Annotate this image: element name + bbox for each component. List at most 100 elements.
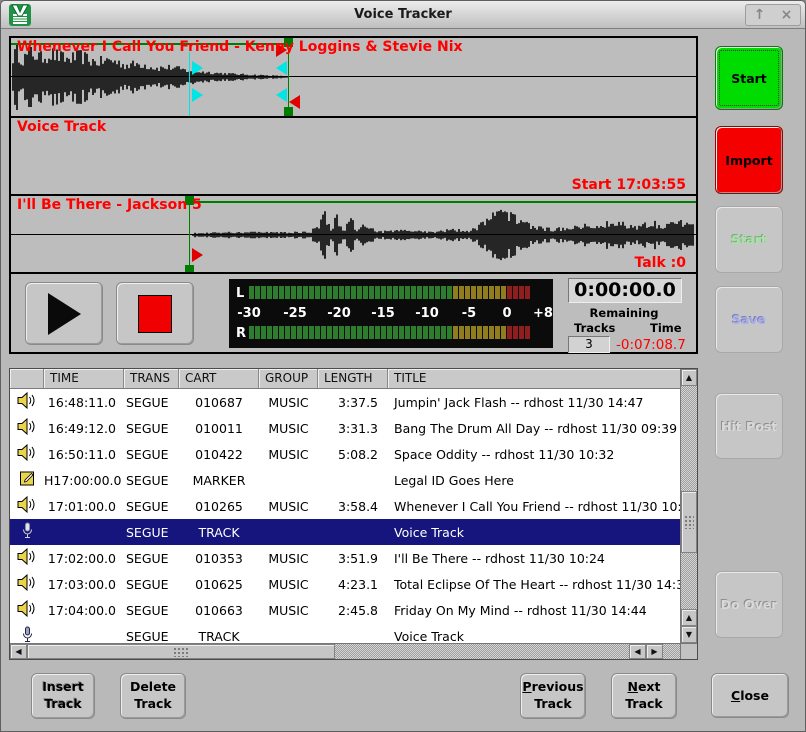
- scroll-left-icon[interactable]: ◀: [629, 644, 646, 659]
- header-cart[interactable]: CART: [179, 369, 259, 389]
- table-row[interactable]: 17:04:00.0SEGUE010663MUSIC2:45.8Friday O…: [10, 597, 680, 623]
- stop-icon: [138, 295, 172, 333]
- table-row[interactable]: 16:50:11.0SEGUE010422MUSIC5:08.2Space Od…: [10, 441, 680, 467]
- cell-cart: 010687: [179, 395, 259, 410]
- cell-group: MUSIC: [259, 421, 318, 436]
- fade-marker-icon[interactable]: [192, 248, 203, 262]
- vertical-scroll-thumb[interactable]: [681, 491, 697, 553]
- segue-end-handle-icon[interactable]: [276, 88, 287, 102]
- previous-track-button[interactable]: PreviousTrack: [520, 673, 586, 719]
- save-button[interactable]: Save: [715, 286, 783, 353]
- table-row[interactable]: 16:48:11.0SEGUE010687MUSIC3:37.5Jumpin' …: [10, 389, 680, 415]
- cell-group: MUSIC: [259, 447, 318, 462]
- table-row[interactable]: 17:02:00.0SEGUE010353MUSIC3:51.9I'll Be …: [10, 545, 680, 571]
- cell-title: Total Eclipse Of The Heart -- rdhost 11/…: [388, 577, 680, 592]
- cell-length: 5:08.2: [318, 447, 388, 462]
- talk-marker-line[interactable]: [189, 52, 190, 116]
- close-button[interactable]: Close: [711, 673, 789, 718]
- meter-scale-label: +8: [533, 306, 553, 321]
- cell-title: Voice Track: [388, 525, 464, 540]
- elapsed-time-display: 0:00:00.0: [568, 278, 682, 303]
- fade-marker-icon[interactable]: [289, 95, 300, 109]
- titlebar: Voice Tracker ↑ ×: [1, 1, 805, 29]
- meter-scale-label: -15: [371, 306, 395, 321]
- speaker-icon: [17, 574, 37, 591]
- talk-marker-handle-icon[interactable]: [192, 61, 203, 75]
- cell-title: Voice Track: [388, 629, 464, 644]
- meter-left-label: L: [236, 286, 244, 301]
- table-row[interactable]: SEGUETRACK Voice Track: [10, 519, 680, 545]
- header-title[interactable]: TITLE: [388, 369, 697, 389]
- shade-icon[interactable]: ↑: [754, 5, 766, 25]
- remaining-tracks-label: Tracks: [574, 321, 615, 335]
- scroll-down-icon[interactable]: ▼: [681, 626, 697, 643]
- waveform-panel-3[interactable]: I'll Be There - Jackson 5 Talk :0: [11, 194, 696, 272]
- header-trans[interactable]: TRANS: [124, 369, 179, 389]
- cell-trans: SEGUE: [124, 395, 179, 410]
- cell-group: MUSIC: [259, 395, 318, 410]
- hit-post-button[interactable]: Hit Post: [715, 393, 783, 459]
- insert-track-button[interactable]: Insert Track: [31, 673, 95, 719]
- cell-title: Friday On My Mind -- rdhost 11/30 14:44: [388, 603, 647, 618]
- close-icon[interactable]: ×: [781, 5, 793, 25]
- cell-cart: 010625: [179, 577, 259, 592]
- scroll-left-icon[interactable]: ◀: [10, 644, 27, 659]
- scroll-up-icon[interactable]: ▲: [681, 369, 697, 386]
- table-row[interactable]: 17:01:00.0SEGUE010265MUSIC3:58.4Whenever…: [10, 493, 680, 519]
- play-icon: [48, 293, 81, 335]
- waveform-panel-1[interactable]: Whenever I Call You Friend - Kenny Loggi…: [11, 38, 696, 116]
- log-table: TIME TRANS CART GROUP LENGTH TITLE 16:48…: [9, 368, 698, 660]
- scroll-right-icon[interactable]: ▶: [646, 644, 663, 659]
- table-row[interactable]: 17:03:00.0SEGUE010625MUSIC4:23.1Total Ec…: [10, 571, 680, 597]
- log-rows: 16:48:11.0SEGUE010687MUSIC3:37.5Jumpin' …: [10, 389, 680, 643]
- speaker-icon: [17, 392, 37, 409]
- track1-title: Whenever I Call You Friend - Kenny Loggi…: [17, 39, 463, 55]
- table-row[interactable]: H17:00:00.0SEGUEMARKERLegal ID Goes Here: [10, 467, 680, 493]
- header-group[interactable]: GROUP: [259, 369, 318, 389]
- transport-bar: L R -30-25-20-15-10-50+8 0:00:00.0 Remai…: [11, 272, 696, 352]
- talk-marker-handle-icon[interactable]: [192, 88, 203, 102]
- waveform-panel-2[interactable]: Voice Track Start 17:03:55: [11, 116, 696, 194]
- start-next-button[interactable]: Start: [715, 206, 783, 273]
- header-icon-col[interactable]: [10, 369, 44, 389]
- cell-group: MUSIC: [259, 551, 318, 566]
- cell-length: 3:37.5: [318, 395, 388, 410]
- cell-trans: SEGUE: [124, 499, 179, 514]
- delete-track-button[interactable]: Delete Track: [120, 673, 186, 719]
- horizontal-scrollbar[interactable]: ◀ ◀ ▶: [10, 643, 680, 659]
- cell-trans: SEGUE: [124, 629, 179, 644]
- meter-scale-label: -20: [327, 306, 351, 321]
- play-button[interactable]: [25, 282, 103, 345]
- start-marker-handle[interactable]: [185, 265, 194, 272]
- horizontal-scroll-thumb[interactable]: [27, 644, 335, 659]
- vertical-scrollbar[interactable]: ▲ ▲ ▼: [680, 369, 697, 643]
- cell-title: Bang The Drum All Day -- rdhost 11/30 09…: [388, 421, 677, 436]
- cell-time: 16:50:11.0: [44, 447, 124, 462]
- stop-button[interactable]: [116, 282, 194, 345]
- microphone-icon: [22, 626, 33, 643]
- import-button[interactable]: Import: [715, 126, 783, 194]
- segue-end-handle-icon[interactable]: [276, 61, 287, 75]
- cell-cart: 010265: [179, 499, 259, 514]
- table-row[interactable]: 16:49:12.0SEGUE010011MUSIC3:31.3Bang The…: [10, 415, 680, 441]
- scrollbar-corner: [680, 643, 697, 659]
- header-length[interactable]: LENGTH: [318, 369, 388, 389]
- table-row[interactable]: SEGUETRACKVoice Track: [10, 623, 680, 643]
- speaker-icon: [17, 548, 37, 565]
- meter-scale-label: -10: [415, 306, 439, 321]
- cell-cart: 010353: [179, 551, 259, 566]
- next-track-button[interactable]: NextTrack: [611, 673, 677, 719]
- cell-cart: TRACK: [179, 525, 259, 540]
- cell-trans: SEGUE: [124, 525, 179, 540]
- meter-scale-label: -25: [283, 306, 307, 321]
- speaker-icon: [17, 496, 37, 513]
- header-time[interactable]: TIME: [44, 369, 124, 389]
- start-record-button[interactable]: Start: [715, 46, 783, 110]
- cell-length: 2:45.8: [318, 603, 388, 618]
- scroll-up-icon[interactable]: ▲: [681, 609, 697, 626]
- cell-cart: 010663: [179, 603, 259, 618]
- do-over-button[interactable]: Do Over: [715, 571, 783, 638]
- meter-scale-label: -30: [237, 306, 261, 321]
- cell-group: MUSIC: [259, 603, 318, 618]
- cell-title: Space Oddity -- rdhost 11/30 10:32: [388, 447, 614, 462]
